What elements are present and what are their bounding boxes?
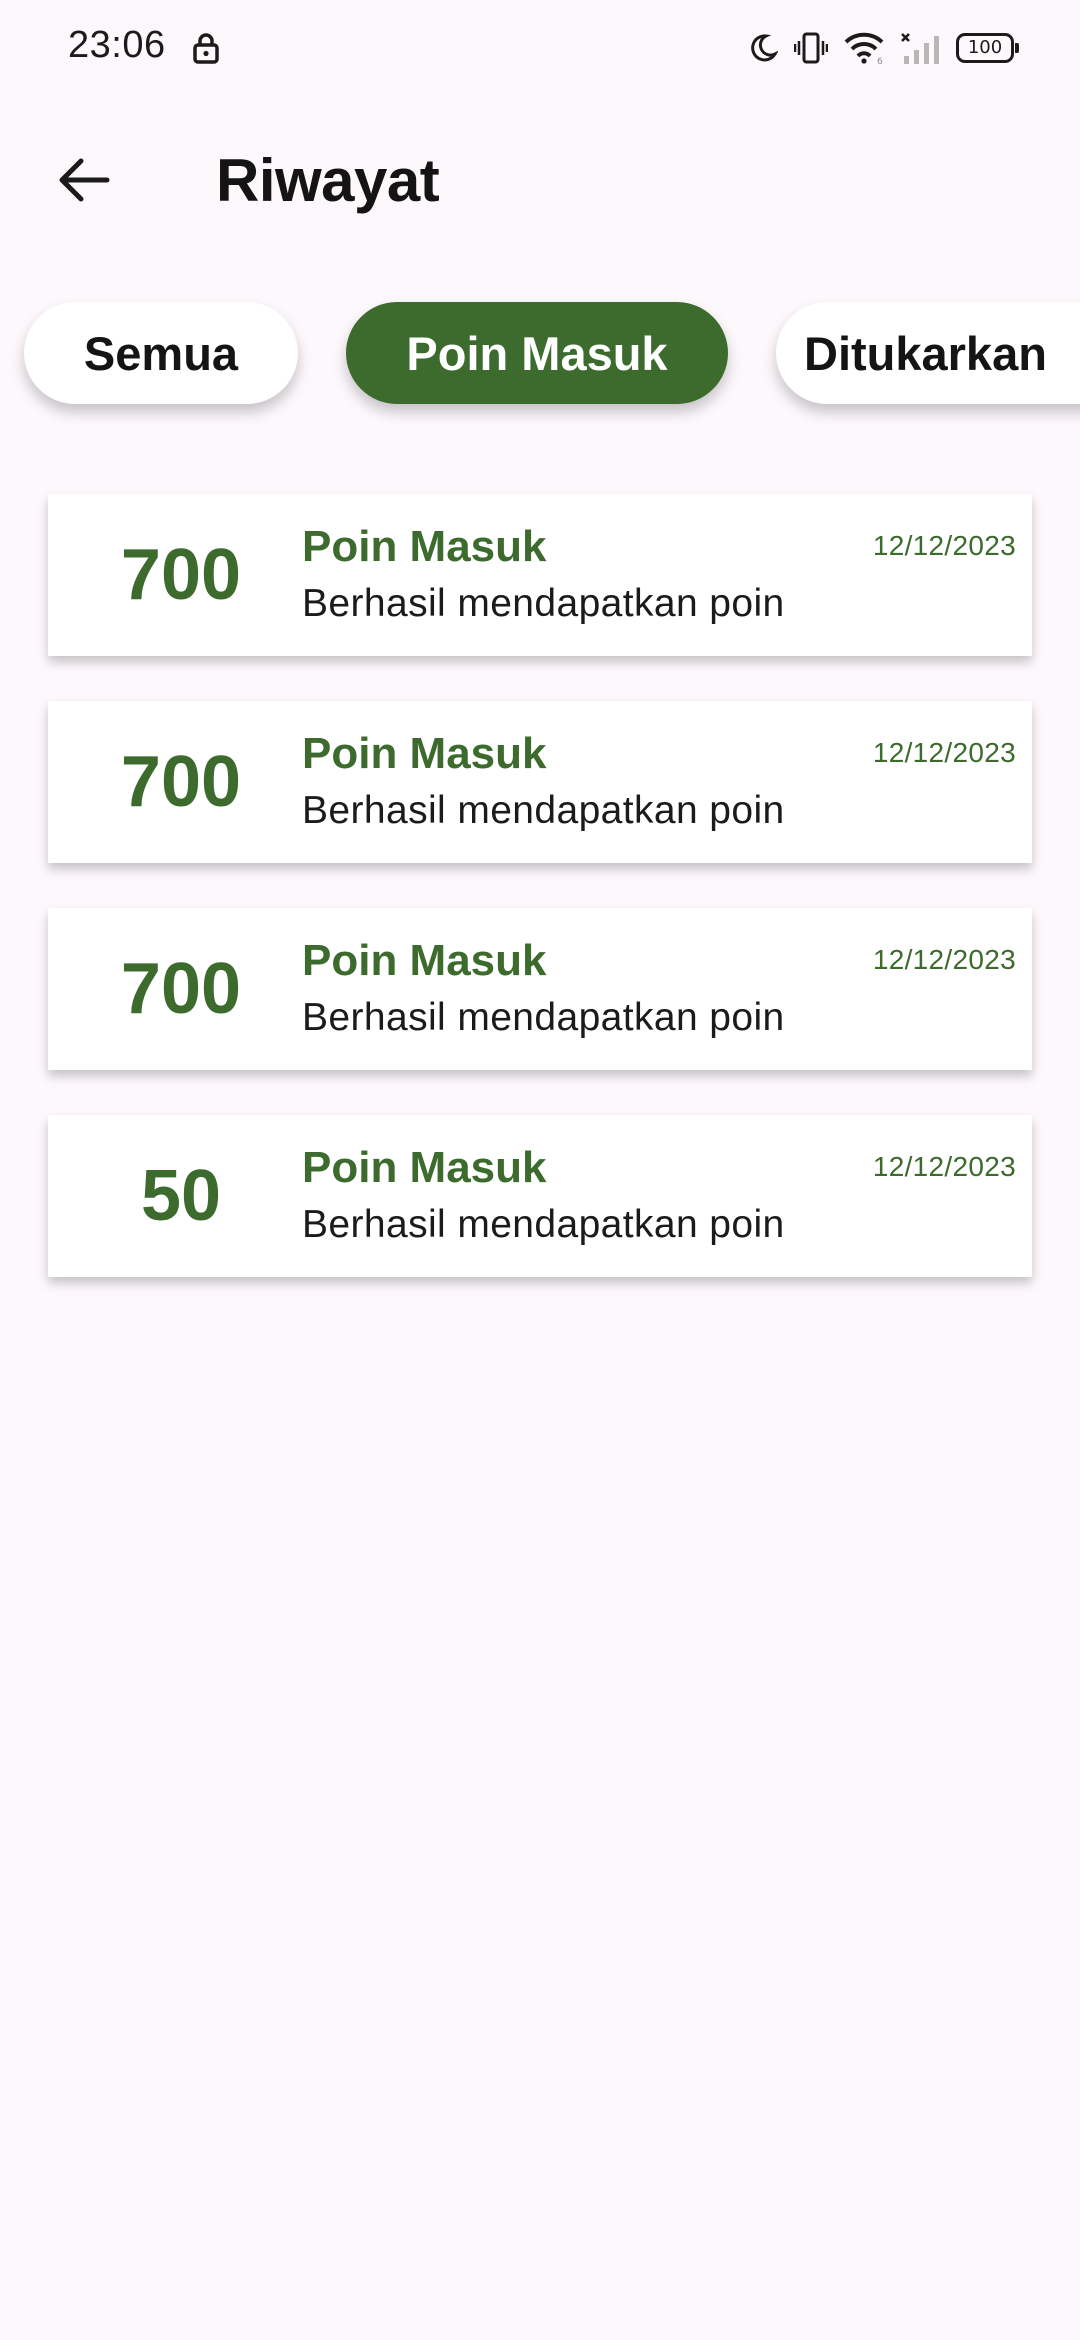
battery-icon: 100 (956, 33, 1019, 63)
app-bar: Riwayat (0, 120, 1080, 240)
history-description: Berhasil mendapatkan poin (302, 582, 785, 625)
history-description: Berhasil mendapatkan poin (302, 789, 785, 832)
status-icons: 6 100 (748, 26, 1019, 70)
history-card[interactable]: 700 Poin Masuk Berhasil mendapatkan poin… (48, 494, 1032, 656)
moon-icon (748, 32, 778, 64)
screen: 23:06 6 100 Riwayat Semua Poin Masuk Dit… (0, 0, 1080, 2340)
points-amount: 700 (120, 535, 242, 615)
history-title: Poin Masuk (302, 1143, 547, 1192)
vibrate-icon (794, 31, 828, 65)
status-time: 23:06 (68, 24, 166, 66)
wifi-icon: 6 (844, 32, 884, 64)
svg-text:6: 6 (877, 57, 883, 64)
page-title: Riwayat (216, 147, 440, 214)
points-amount: 700 (120, 949, 242, 1029)
filter-chip-points-in[interactable]: Poin Masuk (346, 302, 728, 404)
history-description: Berhasil mendapatkan poin (302, 996, 785, 1039)
history-date: 12/12/2023 (872, 737, 1016, 768)
arrow-left-icon (59, 158, 110, 202)
points-amount: 700 (120, 742, 242, 822)
status-bar: 23:06 6 100 (0, 0, 1080, 96)
history-date: 12/12/2023 (872, 1151, 1016, 1182)
lock-icon (192, 32, 220, 64)
filter-chips: Semua Poin Masuk Ditukarkan (0, 302, 1080, 406)
points-amount: 50 (140, 1156, 222, 1236)
history-title: Poin Masuk (302, 729, 547, 778)
history-title: Poin Masuk (302, 936, 547, 985)
history-list: 700 Poin Masuk Berhasil mendapatkan poin… (48, 494, 1032, 1322)
history-date: 12/12/2023 (872, 530, 1016, 561)
back-button[interactable] (46, 150, 122, 210)
history-card[interactable]: 700 Poin Masuk Berhasil mendapatkan poin… (48, 701, 1032, 863)
filter-chip-redeemed[interactable]: Ditukarkan (776, 302, 1080, 404)
filter-chip-all[interactable]: Semua (24, 302, 298, 404)
history-card[interactable]: 50 Poin Masuk Berhasil mendapatkan poin … (48, 1115, 1032, 1277)
history-description: Berhasil mendapatkan poin (302, 1203, 785, 1246)
history-title: Poin Masuk (302, 522, 547, 571)
history-card[interactable]: 700 Poin Masuk Berhasil mendapatkan poin… (48, 908, 1032, 1070)
history-date: 12/12/2023 (872, 944, 1016, 975)
battery-level: 100 (967, 37, 1003, 58)
signal-off-icon (900, 30, 940, 66)
